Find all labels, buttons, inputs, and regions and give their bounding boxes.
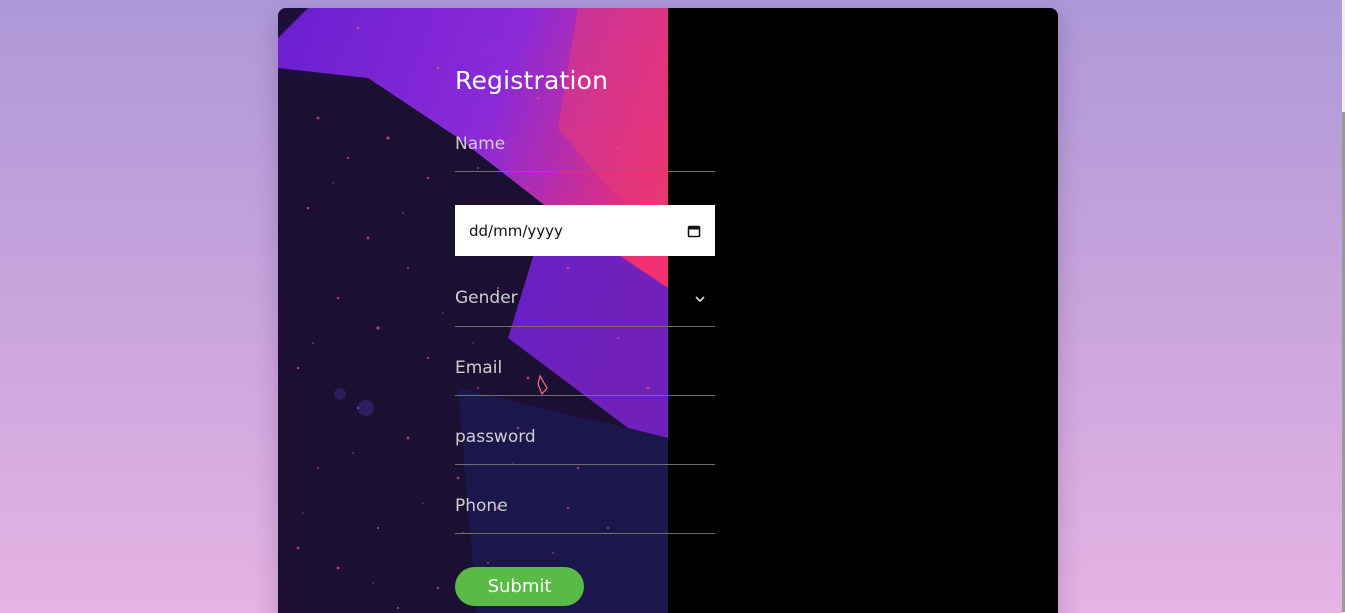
phone-placeholder: Phone <box>455 496 508 516</box>
email-field[interactable]: Email <box>455 358 715 396</box>
phone-field[interactable]: Phone <box>455 496 715 534</box>
date-placeholder: dd/mm/yyyy <box>469 221 563 240</box>
gender-select[interactable]: Gender <box>455 288 715 327</box>
form-panel <box>668 8 1058 613</box>
submit-button[interactable]: Submit <box>455 567 584 606</box>
password-field[interactable]: password <box>455 427 715 465</box>
chevron-down-icon <box>695 296 705 303</box>
name-placeholder: Name <box>455 134 506 154</box>
form-title: Registration <box>455 66 609 95</box>
calendar-icon[interactable] <box>687 224 701 238</box>
name-field[interactable]: Name <box>455 134 715 172</box>
birthdate-field[interactable]: dd/mm/yyyy <box>455 205 715 256</box>
email-placeholder: Email <box>455 358 503 378</box>
password-placeholder: password <box>455 427 536 447</box>
gender-placeholder: Gender <box>455 288 518 308</box>
